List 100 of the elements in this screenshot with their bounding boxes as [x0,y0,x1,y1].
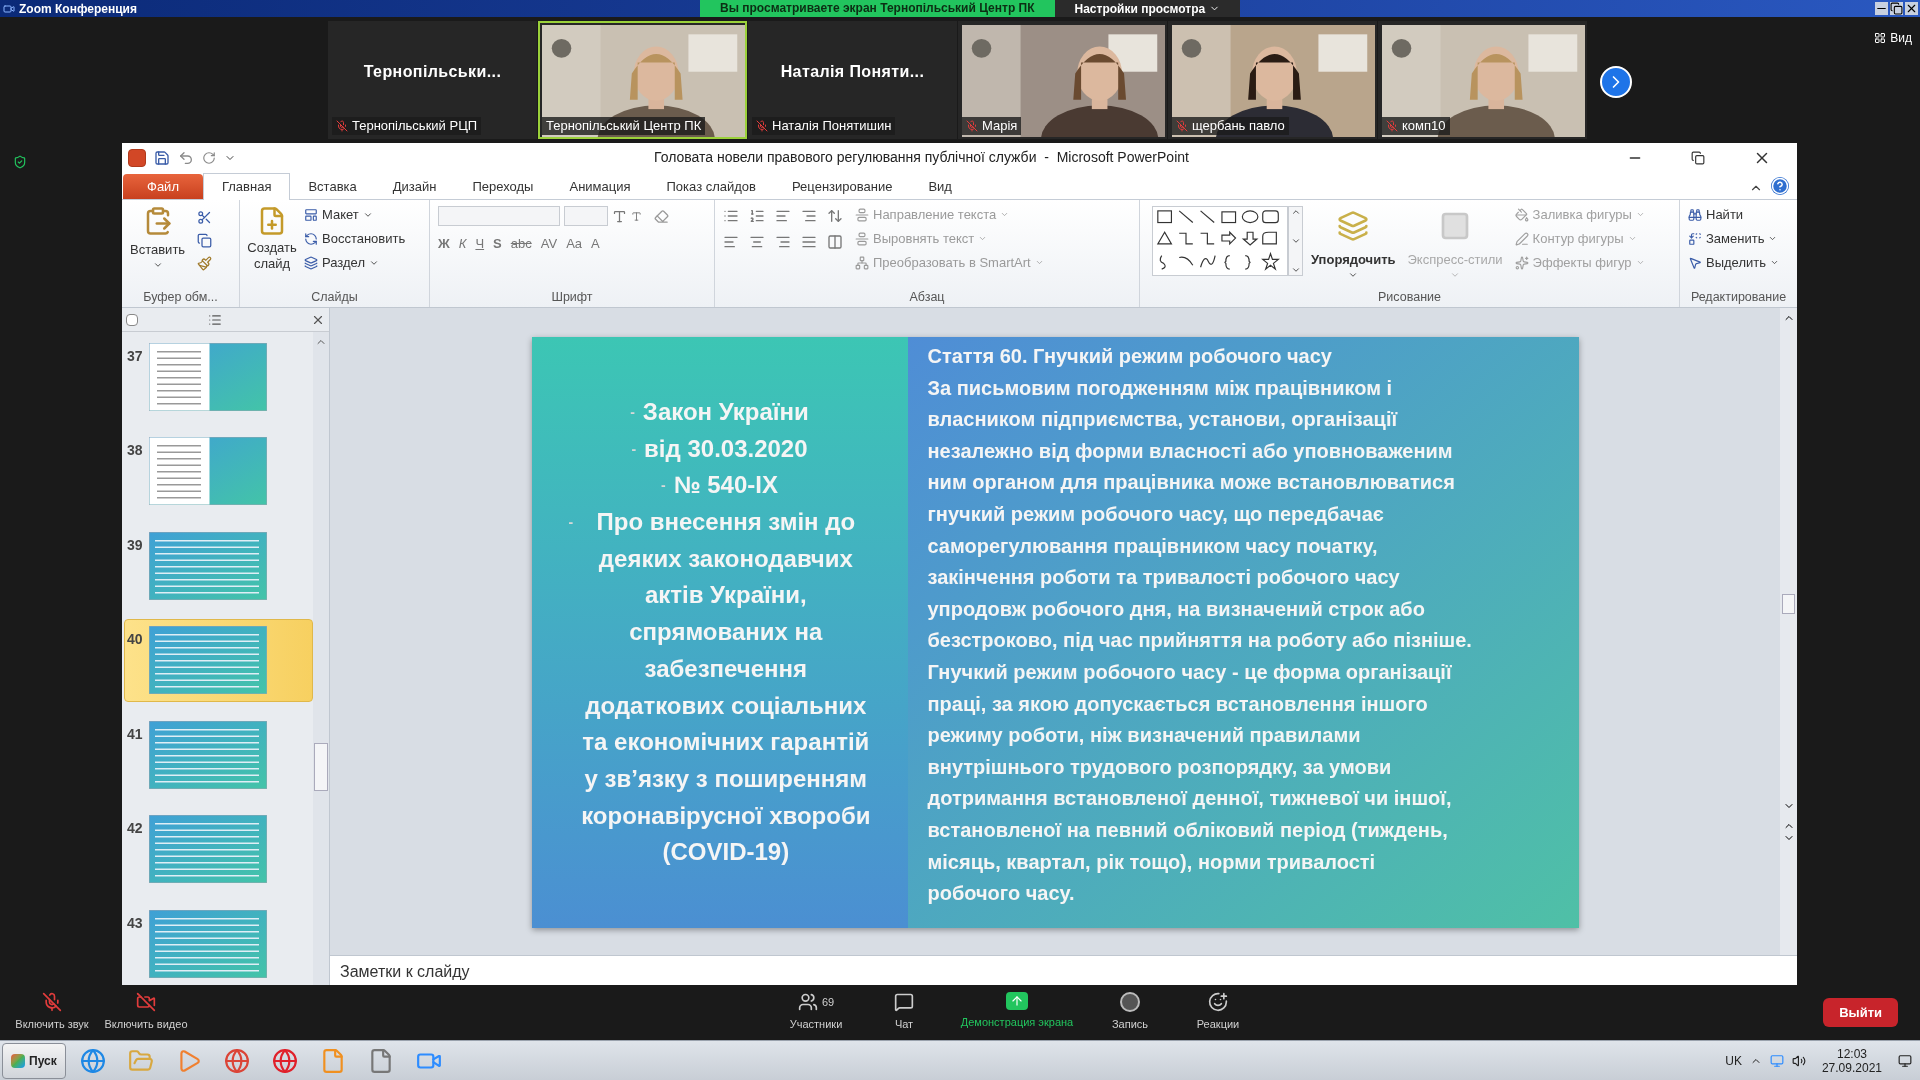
paint-bucket-icon [1514,207,1529,222]
slide-thumbnail[interactable] [149,909,267,978]
start-button[interactable]: Пуск [2,1042,66,1079]
bullet-marker: - [631,439,637,459]
align-left-icon[interactable] [723,234,739,250]
show-desktop-icon[interactable] [1898,1053,1912,1068]
globe-icon[interactable] [223,1047,250,1074]
save-icon[interactable] [154,149,170,166]
slide-thumbnail[interactable] [149,815,267,884]
view-settings-button[interactable]: Настройки просмотра [1054,0,1241,17]
slides-tab-icon[interactable] [126,313,138,326]
slide-thumbnail[interactable] [149,437,267,506]
ribbon-button[interactable]: Заменить [1688,228,1779,249]
undo-icon[interactable] [178,149,194,166]
restore-icon[interactable] [1890,2,1903,15]
caret-icon [1770,258,1779,267]
unmute-button[interactable]: Включить звук [8,992,96,1033]
format-button[interactable]: A [591,234,600,254]
copy-icon[interactable] [197,233,213,248]
slide-text: ним органом для працівника може встановлюватися [927,470,1456,496]
ribbon-tab[interactable]: Переходы [454,174,552,199]
smartart-icon [855,255,869,270]
align-center-icon[interactable] [749,234,765,250]
grow-font-icon[interactable] [612,208,627,224]
justify-icon[interactable] [801,234,817,250]
group-label: Абзац [909,288,945,306]
record-button[interactable]: Запись [1095,992,1165,1033]
ribbon-tab[interactable]: Вид [910,174,970,199]
columns-icon[interactable] [827,234,843,250]
scroll-bar[interactable] [313,332,329,985]
scroll-bar[interactable] [1780,308,1797,955]
start-video-button[interactable]: Включить видео [96,992,196,1033]
format-button[interactable]: AV [540,234,558,254]
slide-text: № 540-ІХ [673,470,778,501]
cut-icon[interactable] [197,210,213,225]
ribbon-tab[interactable]: Рецензирование [774,174,911,199]
close-icon[interactable] [1905,2,1918,15]
minimize-icon[interactable] [1875,2,1888,15]
language-indicator[interactable]: UK [1725,1051,1742,1070]
scroll-up-icon[interactable] [1290,207,1301,217]
slide-text: забезпечення [644,653,808,684]
slide-thumbnail[interactable] [149,626,267,695]
ribbon-tab[interactable]: Главная [202,173,291,200]
outline-tab-icon[interactable] [208,312,222,327]
slide-thumbnail[interactable] [149,531,267,600]
restore-icon[interactable] [1691,150,1705,165]
font-size-field[interactable] [564,206,608,226]
line-spacing-icon[interactable] [827,208,843,224]
format-button[interactable]: S [493,234,502,254]
ribbon-tab[interactable]: Вставка [290,174,375,199]
monitor-icon[interactable] [1769,1053,1784,1068]
format-button[interactable]: Aa [566,234,583,254]
more-icon[interactable] [1290,265,1301,275]
file-tab[interactable]: Файл [123,174,203,199]
camera-icon [3,2,15,15]
participants-button[interactable]: 69 Участники [781,992,851,1033]
caret-icon [978,234,988,243]
help-icon[interactable] [1771,177,1789,195]
ribbon-button[interactable]: Восстановить [304,228,406,249]
shrink-font-icon[interactable] [631,210,642,222]
new-slide-button[interactable]: Создать слайд [244,202,300,289]
slide-thumbnail[interactable] [149,720,267,789]
arrange-button[interactable]: Упорядочить [1303,202,1404,289]
globe-icon[interactable] [79,1047,106,1074]
format-button[interactable]: Ж [438,234,450,254]
ribbon-button[interactable]: Макет [304,204,406,225]
ribbon-button[interactable]: Раздел [304,252,406,273]
slide-text: актів України, [644,580,807,611]
notes-field[interactable]: Заметки к слайду [330,955,1797,985]
chat-button[interactable]: Чат [869,992,939,1033]
view-button[interactable]: Вид [1874,29,1912,47]
shape-gallery-drawing[interactable] [1152,206,1288,276]
slide-text: гнучкий режим робочого часу, що передбачає [927,501,1385,527]
windows-logo [11,1053,25,1068]
redo-icon[interactable] [202,150,216,165]
ribbon-button[interactable]: Найти [1688,204,1779,225]
align-right-icon[interactable] [775,234,791,250]
font-name-field[interactable] [438,206,560,226]
ribbon-tab[interactable]: Показ слайдов [648,174,774,199]
format-painter-icon[interactable] [197,256,213,271]
leave-button[interactable]: Выйти [1823,997,1898,1028]
format-button[interactable]: abc [510,234,532,254]
share-screen-button[interactable]: Демонстрация экрана [957,992,1077,1033]
clear-formatting-icon[interactable] [654,208,669,224]
numbering-icon[interactable] [749,208,765,224]
slide-text: (COVID-19) [662,837,790,868]
next-page-button[interactable] [1600,66,1632,98]
bullets-icon[interactable] [723,208,739,224]
reset-icon [304,231,318,246]
format-button[interactable]: К [458,234,467,254]
slide-thumbnail[interactable] [149,343,267,411]
reactions-button[interactable]: Реакции [1183,992,1253,1033]
globe-icon[interactable] [271,1047,298,1074]
volume-icon[interactable] [1791,1053,1806,1068]
scroll-down-icon[interactable] [1290,236,1301,246]
format-button[interactable]: Ч [475,234,485,254]
paste-button[interactable]: Вставить [126,202,190,289]
ribbon-tab[interactable]: Дизайн [374,174,455,199]
ribbon-tab[interactable]: Анимация [551,174,649,199]
ribbon-button[interactable]: Выделить [1688,252,1779,273]
